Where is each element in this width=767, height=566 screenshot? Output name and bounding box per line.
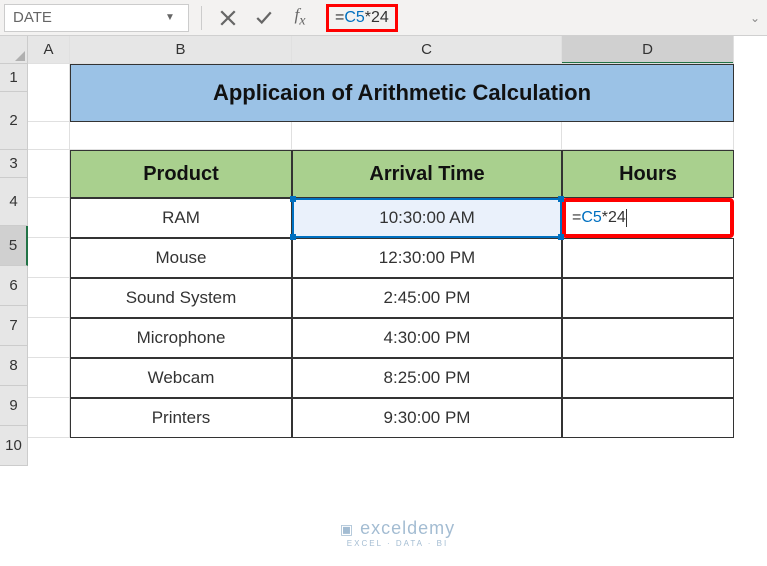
row-header-3[interactable]: 3 bbox=[0, 150, 28, 178]
cell-a4[interactable] bbox=[28, 150, 70, 198]
cell-c3[interactable] bbox=[292, 122, 562, 150]
header-arrival[interactable]: Arrival Time bbox=[292, 150, 562, 198]
cell-d7[interactable] bbox=[562, 278, 734, 318]
cell-b1[interactable] bbox=[70, 36, 292, 64]
cell-c10[interactable]: 9:30:00 PM bbox=[292, 398, 562, 438]
cell-a7[interactable] bbox=[28, 278, 70, 318]
row-headers: 1 2 3 4 5 6 7 8 9 10 bbox=[0, 64, 28, 466]
cell-c5-referenced[interactable]: 10:30:00 AM bbox=[292, 198, 562, 238]
watermark: ▣ exceldemy EXCEL · DATA · BI bbox=[340, 518, 455, 548]
cell-b8[interactable]: Microphone bbox=[70, 318, 292, 358]
cell-a9[interactable] bbox=[28, 358, 70, 398]
select-all-corner[interactable] bbox=[0, 36, 28, 64]
cell-c1[interactable] bbox=[292, 36, 562, 64]
enter-button[interactable] bbox=[246, 4, 282, 32]
formula-highlight: =C5*24 bbox=[326, 4, 398, 32]
title-cell[interactable]: Applicaion of Arithmetic Calculation bbox=[70, 64, 734, 122]
cell-c8[interactable]: 4:30:00 PM bbox=[292, 318, 562, 358]
cell-b10[interactable]: Printers bbox=[70, 398, 292, 438]
x-icon bbox=[219, 9, 237, 27]
cell-a5[interactable] bbox=[28, 198, 70, 238]
name-box[interactable]: DATE ▼ bbox=[4, 4, 189, 32]
divider bbox=[201, 6, 202, 30]
cell-b9[interactable]: Webcam bbox=[70, 358, 292, 398]
cell-a2[interactable] bbox=[28, 64, 70, 122]
row-header-4[interactable]: 4 bbox=[0, 178, 28, 226]
left-gutter: 1 2 3 4 5 6 7 8 9 10 bbox=[0, 36, 28, 566]
cell-d1[interactable] bbox=[562, 36, 734, 64]
cell-a3[interactable] bbox=[28, 122, 70, 150]
row-header-1[interactable]: 1 bbox=[0, 64, 28, 92]
name-box-dropdown-icon[interactable]: ▼ bbox=[160, 12, 180, 23]
row-header-6[interactable]: 6 bbox=[0, 266, 28, 306]
cell-a6[interactable] bbox=[28, 238, 70, 278]
row-header-8[interactable]: 8 bbox=[0, 346, 28, 386]
name-box-value: DATE bbox=[13, 9, 52, 26]
text-cursor-icon bbox=[626, 209, 627, 227]
cell-b3[interactable] bbox=[70, 122, 292, 150]
grid[interactable]: Applicaion of Arithmetic Calculation Pro… bbox=[28, 36, 767, 438]
cell-d10[interactable] bbox=[562, 398, 734, 438]
cell-d3[interactable] bbox=[562, 122, 734, 150]
header-product[interactable]: Product bbox=[70, 150, 292, 198]
formula-bar: DATE ▼ fx =C5*24 ⌄ bbox=[0, 0, 767, 36]
expand-formula-bar-icon[interactable]: ⌄ bbox=[743, 11, 767, 25]
cell-b7[interactable]: Sound System bbox=[70, 278, 292, 318]
grid-wrap: A B C D Applicaion of Arithmetic Calcula… bbox=[28, 36, 767, 566]
formula-input[interactable]: =C5*24 bbox=[318, 3, 743, 33]
row-header-5[interactable]: 5 bbox=[0, 226, 28, 266]
cell-d8[interactable] bbox=[562, 318, 734, 358]
cell-d9[interactable] bbox=[562, 358, 734, 398]
row-header-2[interactable]: 2 bbox=[0, 92, 28, 150]
cell-b5[interactable]: RAM bbox=[70, 198, 292, 238]
range-handle-icon bbox=[290, 234, 296, 240]
fx-button[interactable]: fx bbox=[282, 4, 318, 32]
cell-a1[interactable] bbox=[28, 36, 70, 64]
cell-a10[interactable] bbox=[28, 398, 70, 438]
cell-d6[interactable] bbox=[562, 238, 734, 278]
row-header-9[interactable]: 9 bbox=[0, 386, 28, 426]
cell-c6[interactable]: 12:30:00 PM bbox=[292, 238, 562, 278]
range-handle-icon bbox=[558, 196, 564, 202]
row-header-10[interactable]: 10 bbox=[0, 426, 28, 466]
cell-c9[interactable]: 8:25:00 PM bbox=[292, 358, 562, 398]
header-hours[interactable]: Hours bbox=[562, 150, 734, 198]
cell-d5-editing[interactable]: =C5*24 bbox=[562, 198, 734, 238]
sheet-area: 1 2 3 4 5 6 7 8 9 10 A B C D bbox=[0, 36, 767, 566]
cell-c7[interactable]: 2:45:00 PM bbox=[292, 278, 562, 318]
cancel-button[interactable] bbox=[210, 4, 246, 32]
cell-a8[interactable] bbox=[28, 318, 70, 358]
row-header-7[interactable]: 7 bbox=[0, 306, 28, 346]
check-icon bbox=[255, 9, 273, 27]
fx-icon: fx bbox=[294, 5, 305, 29]
cell-b6[interactable]: Mouse bbox=[70, 238, 292, 278]
